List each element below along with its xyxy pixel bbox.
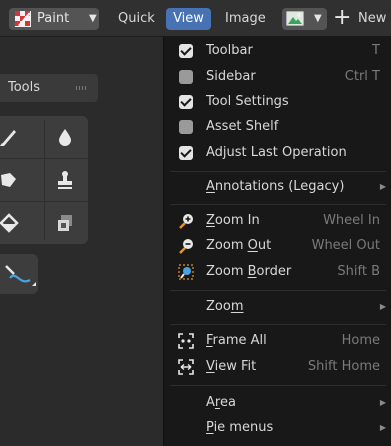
menu-item-label: Toolbar: [206, 43, 253, 58]
fill-bucket-icon: [0, 213, 19, 233]
submenu-arrow-icon: ▶: [379, 302, 386, 311]
tool-mask[interactable]: [44, 202, 84, 242]
view-fit-icon: [178, 359, 194, 375]
menu-item-label: Zoom: [206, 299, 244, 314]
checkbox-checked[interactable]: [179, 95, 193, 109]
tool-soften[interactable]: [44, 116, 84, 156]
drop-icon: [59, 129, 71, 146]
editor-header: Paint ▼ Quick View Image ▼ + New: [0, 0, 391, 37]
view-menu-dropdown: Toolbar T Sidebar Ctrl T Tool Settings A…: [163, 36, 391, 446]
stamp-icon: [58, 171, 72, 189]
menu-image[interactable]: Image: [219, 8, 281, 30]
menu-item-label: Area: [206, 395, 236, 410]
tool-draw[interactable]: [0, 116, 28, 156]
frame-all-icon: [178, 333, 194, 349]
menu-item-frame-all[interactable]: Frame All Home: [164, 328, 391, 354]
menu-separator: [170, 171, 386, 172]
drag-grip-icon[interactable]: [76, 86, 88, 90]
tools-grid: [0, 116, 88, 244]
menu-item-label: Annotations (Legacy): [206, 179, 345, 194]
menu-item-zoom-border[interactable]: Zoom Border Shift B: [164, 259, 391, 285]
menu-item-label: View Fit: [206, 359, 257, 374]
menu-item-label: Sidebar: [206, 69, 256, 84]
menu-item-zoom-in[interactable]: Zoom In Wheel In: [164, 208, 391, 234]
tool-clone[interactable]: [44, 159, 84, 199]
menu-quick[interactable]: Quick: [112, 8, 168, 30]
smear-icon: [1, 173, 16, 187]
image-icon: [286, 11, 304, 26]
menu-item-label: Adjust Last Operation: [206, 145, 347, 160]
shortcut-text: T: [372, 43, 380, 58]
checkbox-unchecked[interactable]: [179, 120, 193, 134]
checkbox-checked[interactable]: [179, 44, 193, 58]
new-image-button[interactable]: New: [358, 8, 391, 30]
submenu-arrow-icon: ▶: [379, 182, 386, 191]
menu-item-label: Zoom Border: [206, 264, 292, 279]
menu-item-toolbar[interactable]: Toolbar T: [164, 38, 391, 64]
shortcut-text: Ctrl T: [344, 69, 380, 84]
mode-selector-button[interactable]: Paint ▼: [9, 8, 99, 30]
menu-separator: [170, 204, 386, 205]
brush-icon: [0, 130, 16, 146]
submenu-arrow-icon: ▶: [379, 398, 386, 407]
shortcut-text: Shift B: [337, 264, 380, 279]
menu-item-area[interactable]: Area ▶: [164, 390, 391, 416]
menu-item-pie-menus[interactable]: Pie menus ▶: [164, 415, 391, 441]
shortcut-text: Shift Home: [307, 359, 380, 374]
menu-item-view-fit[interactable]: View Fit Shift Home: [164, 354, 391, 380]
chevron-down-icon: ▼: [89, 13, 97, 24]
mask-icon: [58, 215, 72, 231]
zoom-in-icon: [179, 214, 193, 229]
menu-item-label: Tool Settings: [206, 94, 289, 109]
tools-panel-header[interactable]: Tools: [0, 74, 98, 102]
menu-separator: [170, 385, 386, 386]
menu-item-label: Zoom Out: [206, 238, 272, 253]
zoom-border-icon: [178, 264, 194, 280]
menu-separator: [170, 290, 386, 291]
tool-smear[interactable]: [0, 159, 28, 199]
menu-item-label: Asset Shelf: [206, 119, 279, 134]
menu-item-sidebar[interactable]: Sidebar Ctrl T: [164, 64, 391, 90]
shortcut-text: Wheel Out: [311, 238, 380, 253]
image-browse-button[interactable]: ▼: [282, 8, 327, 30]
menu-separator: [170, 324, 386, 325]
chevron-down-icon: ▼: [314, 13, 322, 24]
new-image-plus-icon[interactable]: +: [333, 5, 351, 31]
submenu-arrow-icon: ▶: [379, 423, 386, 432]
menu-item-label: Pie menus: [206, 420, 274, 435]
paint-mode-icon: [15, 11, 31, 27]
menu-item-annotations[interactable]: Annotations (Legacy) ▶: [164, 174, 391, 200]
menu-item-label: Frame All: [206, 333, 267, 348]
checkbox-checked[interactable]: [179, 146, 193, 160]
menu-item-tool-settings[interactable]: Tool Settings: [164, 89, 391, 115]
menu-item-asset-shelf[interactable]: Asset Shelf: [164, 114, 391, 140]
tool-annotate[interactable]: [0, 254, 38, 294]
annotate-icon: [5, 265, 36, 286]
zoom-out-icon: [179, 239, 193, 254]
shortcut-text: Home: [341, 333, 380, 348]
checkbox-unchecked[interactable]: [179, 70, 193, 84]
mode-label: Paint: [37, 11, 70, 26]
menu-item-adjust-last-operation[interactable]: Adjust Last Operation: [164, 140, 391, 166]
menu-item-label: Zoom In: [206, 213, 260, 228]
menu-view[interactable]: View: [166, 8, 211, 30]
shortcut-text: Wheel In: [323, 213, 380, 228]
menu-item-zoom-submenu[interactable]: Zoom ▶: [164, 294, 391, 320]
menu-item-zoom-out[interactable]: Zoom Out Wheel Out: [164, 233, 391, 259]
tools-panel-title: Tools: [8, 80, 41, 95]
tool-fill[interactable]: [0, 202, 28, 242]
